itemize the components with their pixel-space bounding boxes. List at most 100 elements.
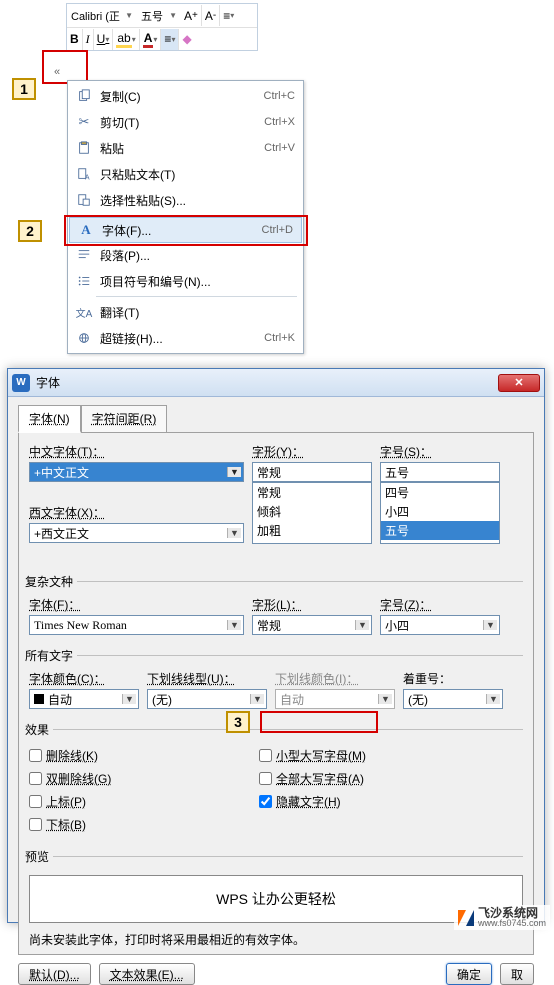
copy-icon <box>74 89 94 103</box>
cx-font-label: 字体(F)： <box>29 596 244 613</box>
menu-font[interactable]: A 字体(F)... Ctrl+D <box>69 217 302 243</box>
font-dialog: W 字体 ✕ 字体(N) 字符间距(R) 中文字体(T)： +中文正文▼ 字形(… <box>7 368 545 923</box>
font-icon: A <box>76 222 96 238</box>
paste-special-icon <box>74 193 94 207</box>
format-painter-button[interactable]: ◆ <box>179 29 194 50</box>
chk-all-caps[interactable]: 全部大写字母(A) <box>259 770 366 787</box>
cx-style-combo[interactable]: 常规▼ <box>252 615 372 635</box>
chinese-font-combo[interactable]: +中文正文▼ <box>29 462 244 482</box>
cx-size-combo[interactable]: 小四▼ <box>380 615 500 635</box>
paragraph-icon <box>74 248 94 262</box>
complex-legend: 复杂文种 <box>25 573 77 590</box>
watermark: 飞沙系统网 www.fs0745.com <box>454 905 550 930</box>
menu-translate[interactable]: 文A 翻译(T) <box>68 299 303 325</box>
chevron-down-icon: ▼ <box>125 11 133 20</box>
menu-paragraph[interactable]: 段落(P)... <box>68 242 303 268</box>
chevron-down-icon: ▼ <box>227 620 241 630</box>
chevron-down-icon: ▼ <box>483 620 497 630</box>
chevron-down-icon: ▼ <box>169 11 177 20</box>
chinese-font-label: 中文字体(T)： <box>29 443 244 460</box>
underline-button[interactable]: U▾ <box>94 29 114 50</box>
highlight-button[interactable]: ab▾ <box>113 29 139 50</box>
menu-bullets[interactable]: 项目符号和编号(N)... <box>68 268 303 294</box>
svg-text:A: A <box>85 174 90 181</box>
effects-legend: 效果 <box>25 721 53 738</box>
menu-cut[interactable]: ✂ 剪切(T) Ctrl+X <box>68 109 303 135</box>
chk-small-caps[interactable]: 小型大写字母(M) <box>259 747 366 764</box>
watermark-url: www.fs0745.com <box>478 919 546 928</box>
bold-button[interactable]: B <box>67 29 83 50</box>
font-color-button[interactable]: A▾ <box>140 29 162 50</box>
menu-hyperlink[interactable]: 超链接(H)... Ctrl+K <box>68 325 303 351</box>
style-listbox[interactable]: 常规 倾斜 加粗 <box>252 482 372 544</box>
tab-advanced[interactable]: 字符间距(R) <box>81 405 168 432</box>
step-marker-3: 3 <box>226 711 250 733</box>
ok-button[interactable]: 确定 <box>446 963 492 985</box>
font-family-select[interactable]: Calibri (正▼ <box>67 8 137 24</box>
chevron-down-icon: ▼ <box>355 620 369 630</box>
preview-legend: 预览 <box>25 848 53 865</box>
menu-copy[interactable]: 复制(C) Ctrl+C <box>68 83 303 109</box>
default-button[interactable]: 默认(D)... <box>18 963 91 985</box>
chk-superscript[interactable]: 上标(P) <box>29 793 259 810</box>
font-size-select[interactable]: 五号▼ <box>137 8 181 24</box>
tab-font[interactable]: 字体(N) <box>18 405 81 433</box>
app-icon: W <box>12 374 30 392</box>
chk-subscript[interactable]: 下标(B) <box>29 816 259 833</box>
line-spacing-button[interactable]: ≡▾ <box>220 5 237 26</box>
color-combo[interactable]: 自动▼ <box>29 689 139 709</box>
increase-font-button[interactable]: A+ <box>181 5 202 26</box>
translate-icon: 文A <box>74 305 94 320</box>
size-input[interactable]: 五号 <box>380 462 500 482</box>
step-marker-1: 1 <box>12 78 36 100</box>
menu-paste-special[interactable]: 选择性粘贴(S)... <box>68 187 303 213</box>
color-label: 字体颜色(C)： <box>29 670 139 687</box>
western-font-label: 西文字体(X)： <box>29 504 244 521</box>
clipboard-icon <box>74 141 94 155</box>
chk-hidden[interactable]: 隐藏文字(H) <box>259 793 366 810</box>
context-menu: 复制(C) Ctrl+C ✂ 剪切(T) Ctrl+X 粘贴 Ctrl+V A … <box>67 80 304 354</box>
underline-color-label: 下划线颜色(I)： <box>275 670 395 687</box>
menu-paste[interactable]: 粘贴 Ctrl+V <box>68 135 303 161</box>
italic-button[interactable]: I <box>83 29 94 50</box>
chk-double-strikethrough[interactable]: 双删除线(G) <box>29 770 259 787</box>
scissors-icon: ✂ <box>74 114 94 130</box>
menu-paste-text[interactable]: A 只粘贴文本(T) <box>68 161 303 187</box>
paste-text-icon: A <box>74 167 94 181</box>
chevron-down-icon: ▼ <box>122 694 136 704</box>
cx-style-label: 字形(L)： <box>252 596 372 613</box>
list-icon <box>74 274 94 288</box>
watermark-logo-icon <box>458 910 474 926</box>
style-label: 字形(Y)： <box>252 443 372 460</box>
chevron-down-icon: ▼ <box>250 694 264 704</box>
cx-font-combo[interactable]: Times New Roman▼ <box>29 615 244 635</box>
western-font-combo[interactable]: +西文正文▼ <box>29 523 244 543</box>
underline-color-combo: 自动▼ <box>275 689 395 709</box>
chk-strikethrough[interactable]: 删除线(K) <box>29 747 259 764</box>
chevron-down-icon: ▼ <box>227 528 241 538</box>
decrease-font-button[interactable]: A- <box>202 5 220 26</box>
step-marker-2: 2 <box>18 220 42 242</box>
size-listbox[interactable]: 四号 小四 五号 <box>380 482 500 544</box>
align-button[interactable]: ≡▾ <box>161 29 179 50</box>
close-button[interactable]: ✕ <box>498 374 540 392</box>
style-input[interactable]: 常规 <box>252 462 372 482</box>
dialog-title: 字体 <box>36 374 498 391</box>
highlight-box-1 <box>42 50 88 84</box>
cancel-button[interactable]: 取 <box>500 963 534 985</box>
link-icon <box>74 331 94 345</box>
chevron-down-icon: ▼ <box>486 694 500 704</box>
dialog-titlebar: W 字体 ✕ <box>8 369 544 397</box>
menu-separator <box>96 215 297 216</box>
chevron-down-icon: ▼ <box>227 467 241 477</box>
underline-style-label: 下划线线型(U)： <box>147 670 267 687</box>
cursor-marker: « <box>54 66 60 78</box>
all-text-legend: 所有文字 <box>25 647 77 664</box>
emphasis-combo[interactable]: (无)▼ <box>403 689 503 709</box>
menu-separator <box>96 296 297 297</box>
chevron-down-icon: ▼ <box>378 694 392 704</box>
size-label: 字号(S)： <box>380 443 500 460</box>
formatting-toolbar: Calibri (正▼ 五号▼ A+ A- ≡▾ B I U▾ ab▾ A▾ ≡… <box>66 3 258 51</box>
text-effect-button[interactable]: 文本效果(E)... <box>99 963 195 985</box>
underline-style-combo[interactable]: (无)▼ <box>147 689 267 709</box>
